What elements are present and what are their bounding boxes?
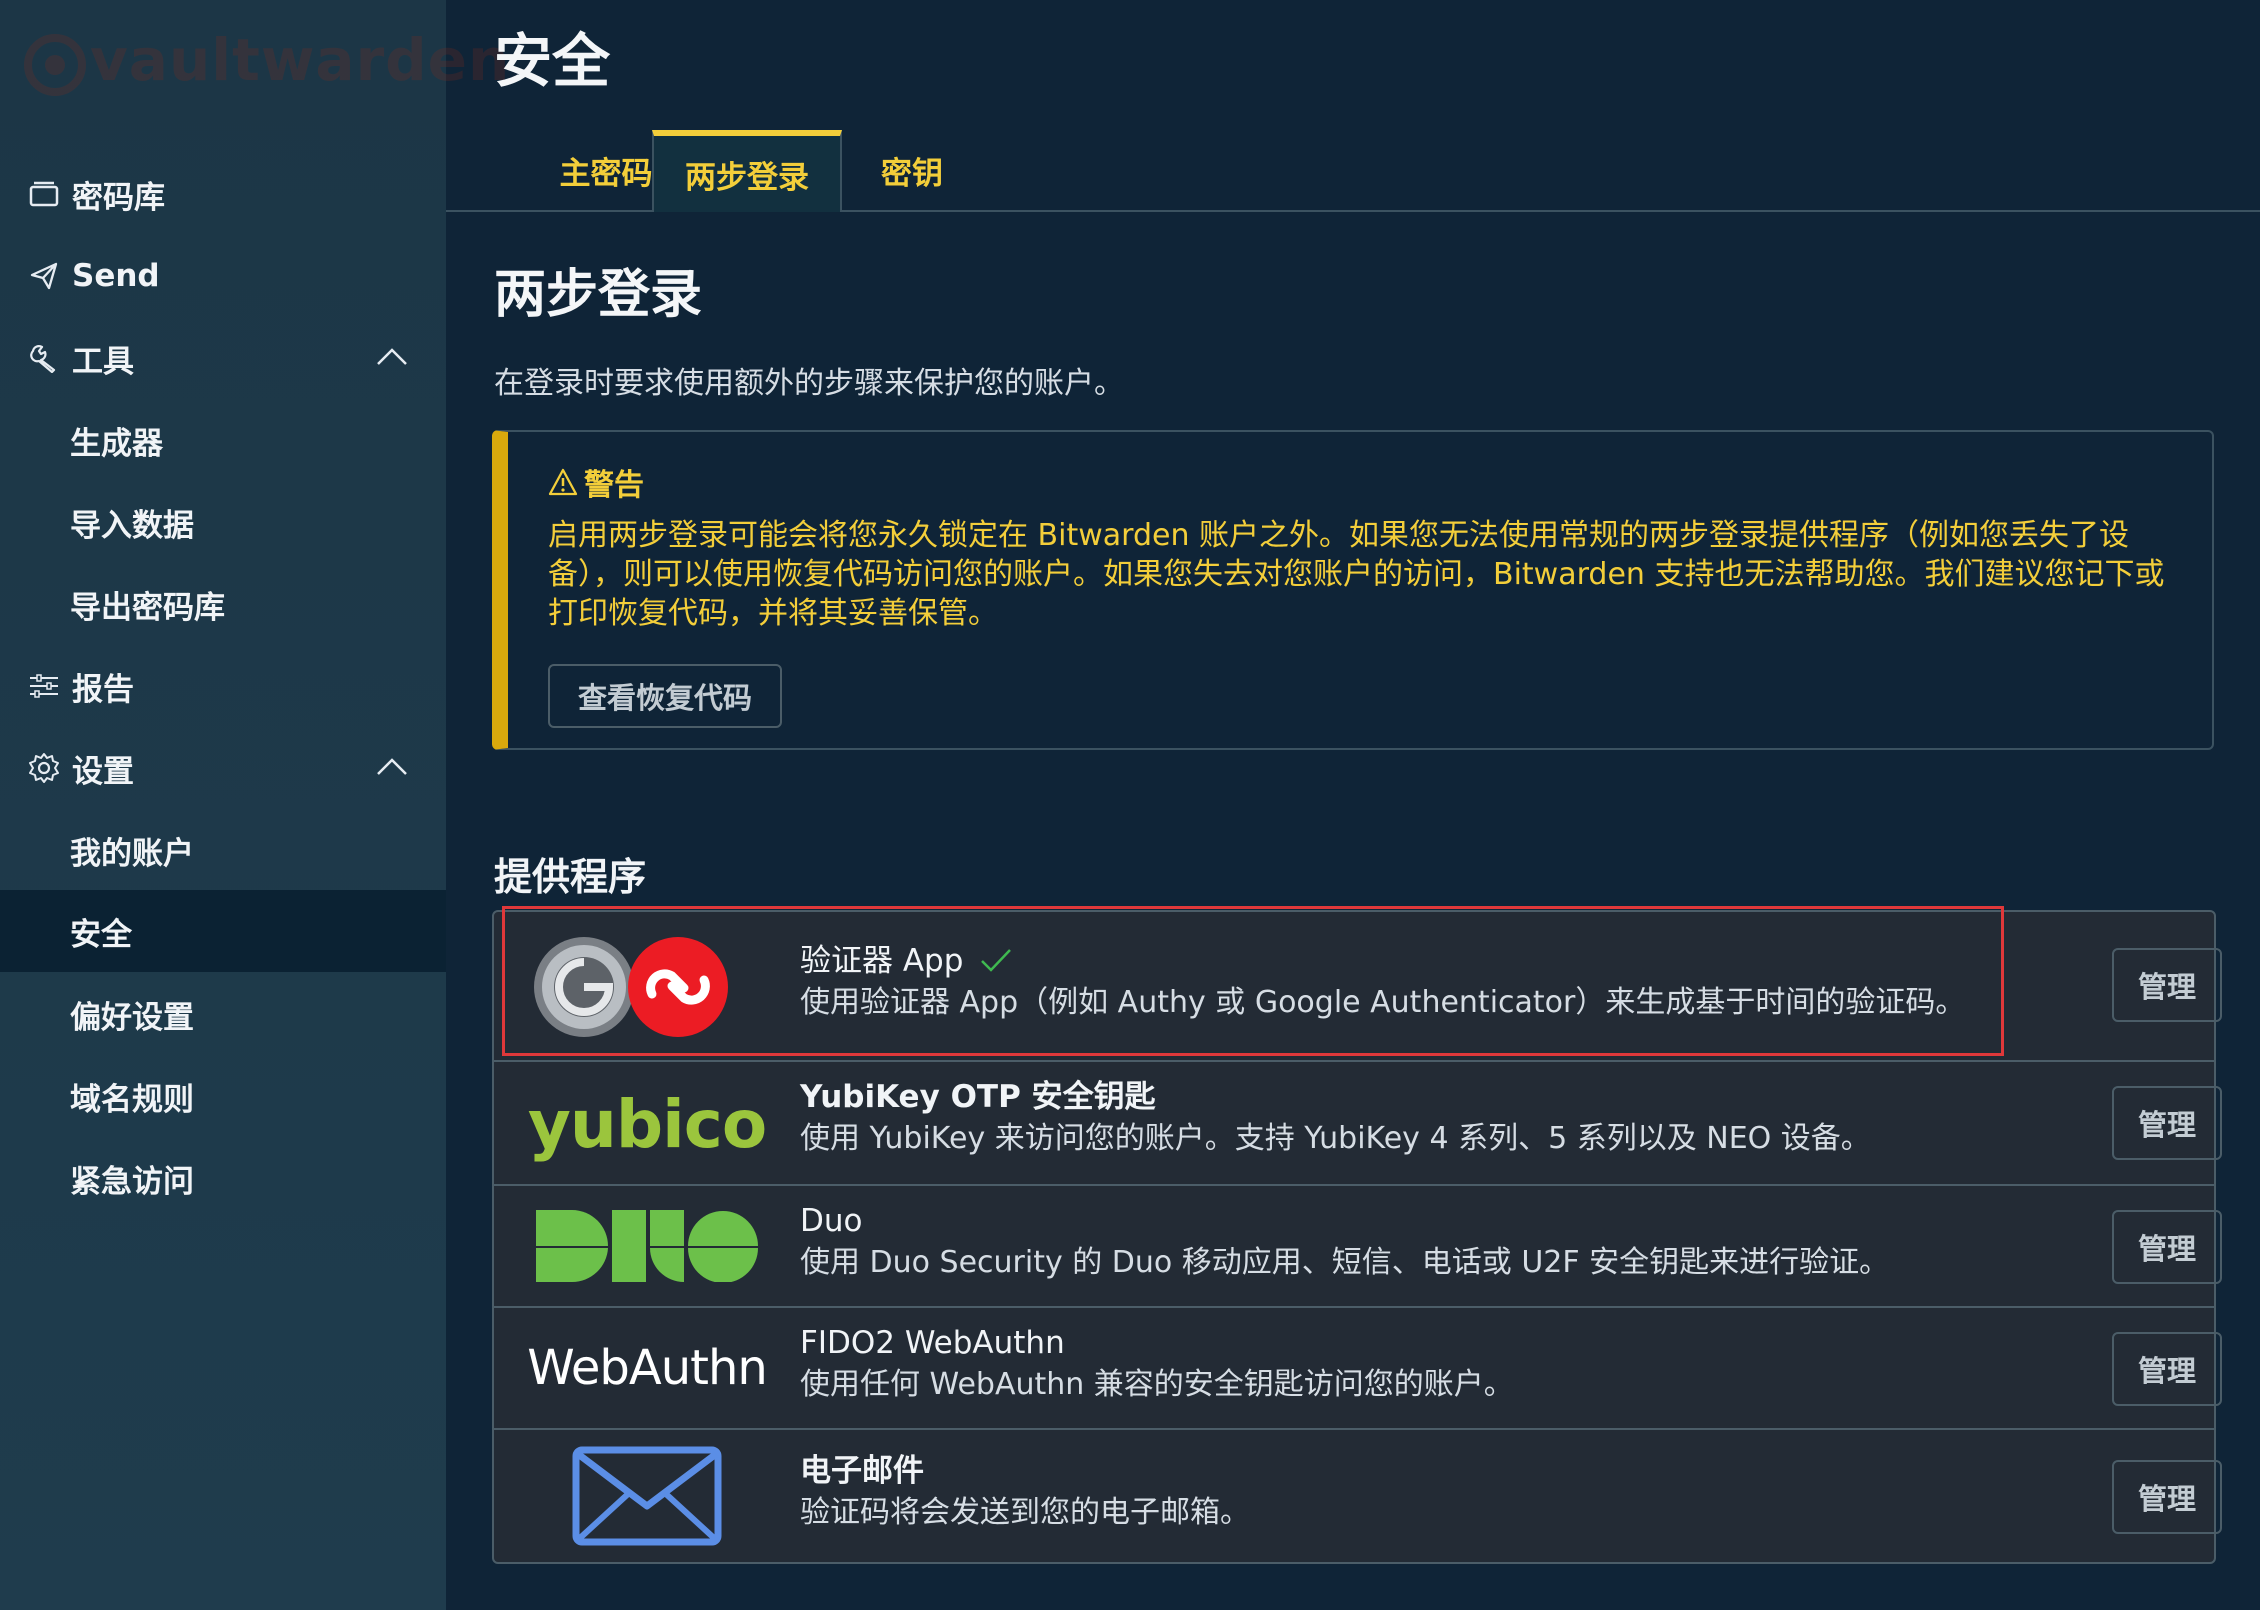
sidebar-item-send[interactable]: Send xyxy=(0,240,446,312)
sidebar-item-label: 导入数据 xyxy=(70,507,194,544)
envelope-icon xyxy=(532,1446,762,1546)
sidebar-item-emergency-access[interactable]: 紧急访问 xyxy=(0,1142,446,1214)
provider-text: Duo 使用 Duo Security 的 Duo 移动应用、短信、电话或 U2… xyxy=(800,1200,1889,1284)
sidebar-item-security[interactable]: 安全 xyxy=(0,890,446,972)
provider-name-text: 验证器 App xyxy=(800,943,964,979)
sidebar-item-generator[interactable]: 生成器 xyxy=(0,404,446,476)
sidebar-item-label: 紧急访问 xyxy=(70,1163,194,1200)
warning-body: 启用两步登录可能会将您永久锁定在 Bitwarden 账户之外。如果您无法使用常… xyxy=(548,518,2165,631)
sidebar-item-vault[interactable]: 密码库 xyxy=(0,158,446,230)
provider-name: 电子邮件 xyxy=(800,1453,924,1489)
provider-name: FIDO2 WebAuthn xyxy=(800,1325,1065,1361)
sidebar-item-reports[interactable]: 报告 xyxy=(0,650,446,722)
manage-yubikey-button[interactable]: 管理 xyxy=(2112,1086,2222,1160)
sidebar: vaultwarden 密码库 Send 工具 生成器 导入数据 导出密码库 报… xyxy=(0,0,509,1610)
section-description: 在登录时要求使用额外的步骤来保护您的账户。 xyxy=(494,366,1124,401)
warning-title-text: 警告 xyxy=(584,468,644,503)
yubico-logo-text: yubico xyxy=(527,1085,767,1163)
manage-email-button[interactable]: 管理 xyxy=(2112,1460,2222,1534)
page-title: 安全 xyxy=(494,27,611,95)
yubico-logo-icon: yubico xyxy=(528,1076,767,1172)
provider-text: FIDO2 WebAuthn 使用任何 WebAuthn 兼容的安全钥匙访问您的… xyxy=(800,1322,1514,1406)
sidebar-item-label: 偏好设置 xyxy=(70,999,194,1036)
provider-row-duo: Duo 使用 Duo Security 的 Duo 移动应用、短信、电话或 U2… xyxy=(494,1186,2222,1308)
webauthn-logo-text: WebAuthn xyxy=(527,1340,768,1396)
sidebar-item-my-account[interactable]: 我的账户 xyxy=(0,814,446,886)
warning-callout: 警告 启用两步登录可能会将您永久锁定在 Bitwarden 账户之外。如果您无法… xyxy=(492,430,2214,750)
manage-duo-button[interactable]: 管理 xyxy=(2112,1210,2222,1284)
provider-row-email: 电子邮件 验证码将会发送到您的电子邮箱。 管理 xyxy=(494,1430,2222,1562)
sidebar-item-tools[interactable]: 工具 xyxy=(0,322,446,394)
main-content: 安全 主密码 两步登录 密钥 两步登录 在登录时要求使用额外的步骤来保护您的账户… xyxy=(446,0,2260,1610)
sidebar-item-label: Send xyxy=(72,258,160,294)
provider-text: 验证器 App 使用验证器 App（例如 Authy 或 Google Auth… xyxy=(800,940,1965,1024)
provider-description: 验证码将会发送到您的电子邮箱。 xyxy=(800,1495,1250,1530)
sidebar-item-label: 导出密码库 xyxy=(70,589,225,626)
providers-list: 验证器 App 使用验证器 App（例如 Authy 或 Google Auth… xyxy=(492,910,2222,1564)
provider-description: 使用验证器 App（例如 Authy 或 Google Authenticato… xyxy=(800,985,1966,1020)
sidebar-item-preferences[interactable]: 偏好设置 xyxy=(0,978,446,1050)
provider-name: Duo xyxy=(800,1203,863,1239)
authenticator-logo-icon xyxy=(532,932,732,1042)
provider-description: 使用任何 WebAuthn 兼容的安全钥匙访问您的账户。 xyxy=(800,1367,1514,1402)
view-recovery-code-button[interactable]: 查看恢复代码 xyxy=(548,664,782,728)
providers-title: 提供程序 xyxy=(494,855,647,899)
provider-row-yubikey: yubico YubiKey OTP 安全钥匙 使用 YubiKey 来访问您的… xyxy=(494,1062,2222,1186)
sidebar-item-domain-rules[interactable]: 域名规则 xyxy=(0,1060,446,1132)
manage-authenticator-button[interactable]: 管理 xyxy=(2112,948,2222,1022)
vault-icon xyxy=(26,176,62,212)
tab-bar: 主密码 两步登录 密钥 xyxy=(446,130,2260,212)
provider-name: 验证器 App xyxy=(800,940,1965,982)
sidebar-item-settings[interactable]: 设置 xyxy=(0,732,446,804)
wrench-icon xyxy=(26,340,62,376)
webauthn-logo-icon: WebAuthn xyxy=(527,1328,768,1408)
section-title: 两步登录 xyxy=(494,265,703,325)
tab-two-step-login[interactable]: 两步登录 xyxy=(652,130,842,212)
send-icon xyxy=(26,258,62,294)
provider-description: 使用 Duo Security 的 Duo 移动应用、短信、电话或 U2F 安全… xyxy=(800,1245,1890,1280)
warning-icon xyxy=(548,468,578,496)
provider-description: 使用 YubiKey 来访问您的账户。支持 YubiKey 4 系列、5 系列以… xyxy=(800,1121,1871,1156)
tab-keys[interactable]: 密钥 xyxy=(852,130,972,210)
provider-name: YubiKey OTP 安全钥匙 xyxy=(800,1079,1156,1115)
check-icon xyxy=(981,949,1012,972)
gear-icon xyxy=(26,750,62,786)
sidebar-item-label: 安全 xyxy=(70,916,132,953)
sliders-icon xyxy=(26,668,62,704)
sidebar-item-import[interactable]: 导入数据 xyxy=(0,486,446,558)
sidebar-item-export[interactable]: 导出密码库 xyxy=(0,568,446,640)
vaultwarden-logo: vaultwarden xyxy=(24,20,509,110)
provider-row-authenticator: 验证器 App 使用验证器 App（例如 Authy 或 Google Auth… xyxy=(494,912,2222,1062)
sidebar-item-label: 设置 xyxy=(72,753,134,790)
sidebar-item-label: 域名规则 xyxy=(70,1081,194,1118)
duo-logo-icon xyxy=(532,1206,762,1286)
sidebar-item-label: 密码库 xyxy=(72,179,165,216)
provider-text: 电子邮件 验证码将会发送到您的电子邮箱。 xyxy=(800,1450,1250,1534)
sidebar-item-label: 我的账户 xyxy=(70,835,194,872)
logo-icon xyxy=(24,34,86,96)
warning-title: 警告 xyxy=(548,460,644,504)
sidebar-item-label: 报告 xyxy=(72,671,134,708)
provider-text: YubiKey OTP 安全钥匙 使用 YubiKey 来访问您的账户。支持 Y… xyxy=(800,1076,1871,1160)
provider-row-webauthn: WebAuthn FIDO2 WebAuthn 使用任何 WebAuthn 兼容… xyxy=(494,1308,2222,1430)
manage-webauthn-button[interactable]: 管理 xyxy=(2112,1332,2222,1406)
chevron-up-icon[interactable] xyxy=(376,344,408,368)
sidebar-item-label: 工具 xyxy=(72,343,134,380)
chevron-up-icon[interactable] xyxy=(376,754,408,778)
sidebar-item-label: 生成器 xyxy=(70,425,163,462)
